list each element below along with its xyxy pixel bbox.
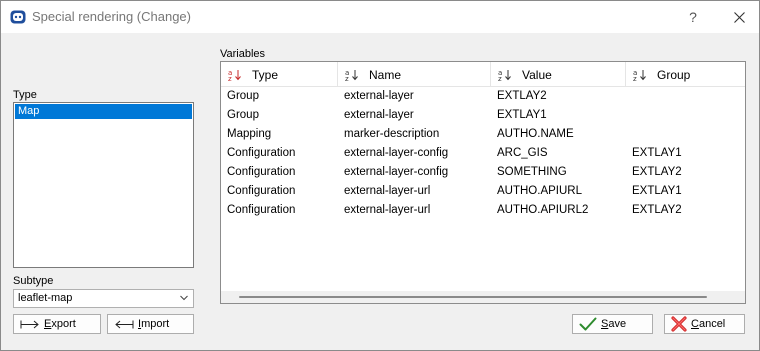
sort-ascending-icon: a z: [345, 69, 358, 81]
cell-type: Configuration: [227, 185, 296, 197]
cell-name: external-layer: [344, 109, 414, 121]
table-header: a z Type a z Name a z Value a z Group: [221, 62, 745, 87]
export-label: Export: [44, 318, 76, 330]
column-header-value-label: Value: [522, 67, 552, 82]
variables-table[interactable]: a z Type a z Name a z Value a z Group Gr…: [220, 61, 746, 304]
app-logo-icon: [10, 10, 26, 24]
cell-value: ARC_GIS: [497, 147, 548, 159]
window-title: Special rendering (Change): [32, 9, 191, 24]
cell-group: EXTLAY2: [632, 204, 682, 216]
column-header-type[interactable]: a z Type: [221, 62, 338, 87]
dialog-window: Special rendering (Change) ? Type Map Su…: [0, 0, 760, 351]
cell-type: Group: [227, 90, 259, 102]
cell-type: Configuration: [227, 147, 296, 159]
cell-type: Configuration: [227, 166, 296, 178]
table-row[interactable]: Configuration external-layer-config ARC_…: [221, 144, 745, 163]
cell-value: AUTHO.APIURL: [497, 185, 582, 197]
cell-group: EXTLAY2: [632, 166, 682, 178]
cell-value: EXTLAY1: [497, 109, 547, 121]
cancel-x-icon: [671, 316, 687, 332]
cell-group: EXTLAY1: [632, 147, 682, 159]
cell-value: AUTHO.NAME: [497, 128, 574, 140]
close-button[interactable]: [723, 1, 755, 33]
save-label: Save: [601, 318, 627, 330]
subtype-dropdown[interactable]: leaflet-map: [13, 289, 194, 308]
svg-text:z: z: [633, 75, 637, 81]
cell-name: external-layer-url: [344, 185, 431, 197]
column-header-group[interactable]: a z Group: [626, 62, 745, 87]
sort-ascending-icon: a z: [633, 69, 646, 81]
cell-name: external-layer-url: [344, 204, 431, 216]
save-button[interactable]: Save: [572, 314, 653, 334]
cell-value: EXTLAY2: [497, 90, 547, 102]
cell-name: marker-description: [344, 128, 440, 140]
cell-name: external-layer-config: [344, 147, 449, 159]
column-header-group-label: Group: [657, 67, 691, 82]
svg-text:z: z: [228, 75, 232, 81]
cell-value: SOMETHING: [497, 166, 567, 178]
table-row[interactable]: Group external-layer EXTLAY1: [221, 106, 745, 125]
column-header-value[interactable]: a z Value: [491, 62, 626, 87]
sort-ascending-icon: a z: [498, 69, 511, 81]
scrollbar-thumb[interactable]: [239, 296, 707, 298]
table-row[interactable]: Configuration external-layer-url AUTHO.A…: [221, 201, 745, 220]
import-arrow-icon: [115, 320, 134, 328]
sort-ascending-icon: a z: [228, 69, 241, 81]
column-header-name-label: Name: [369, 67, 402, 82]
import-label: Import: [138, 318, 170, 330]
chevron-down-icon: [180, 295, 188, 301]
cell-type: Group: [227, 109, 259, 121]
import-button[interactable]: Import: [107, 314, 194, 334]
cell-type: Mapping: [227, 128, 272, 140]
table-row[interactable]: Configuration external-layer-url AUTHO.A…: [221, 182, 745, 201]
cancel-button[interactable]: Cancel: [664, 314, 745, 334]
cell-group: EXTLAY1: [632, 185, 682, 197]
cell-type: Configuration: [227, 204, 296, 216]
table-row[interactable]: Configuration external-layer-config SOME…: [221, 163, 745, 182]
type-label: Type: [13, 89, 37, 101]
horizontal-scrollbar[interactable]: [221, 291, 745, 303]
cell-name: external-layer: [344, 90, 414, 102]
export-button[interactable]: Export: [13, 314, 101, 334]
checkmark-icon: [579, 317, 597, 331]
cell-name: external-layer-config: [344, 166, 449, 178]
subtype-value: leaflet-map: [18, 292, 73, 304]
svg-text:z: z: [498, 75, 502, 81]
cancel-label: Cancel: [691, 318, 726, 330]
help-icon: ?: [689, 9, 697, 25]
export-arrow-icon: [20, 320, 39, 328]
close-icon: [733, 11, 745, 23]
table-row[interactable]: Mapping marker-description AUTHO.NAME: [221, 125, 745, 144]
svg-text:z: z: [345, 75, 349, 81]
cell-value: AUTHO.APIURL2: [497, 204, 589, 216]
subtype-label: Subtype: [13, 275, 54, 287]
title-bar: Special rendering (Change) ?: [1, 1, 759, 33]
variables-label: Variables: [220, 48, 266, 60]
column-header-type-label: Type: [252, 67, 279, 82]
help-button[interactable]: ?: [681, 1, 705, 33]
type-listbox[interactable]: Map: [13, 102, 194, 268]
column-header-name[interactable]: a z Name: [338, 62, 491, 87]
table-row[interactable]: Group external-layer EXTLAY2: [221, 87, 745, 106]
type-list-item-map[interactable]: Map: [15, 104, 192, 119]
